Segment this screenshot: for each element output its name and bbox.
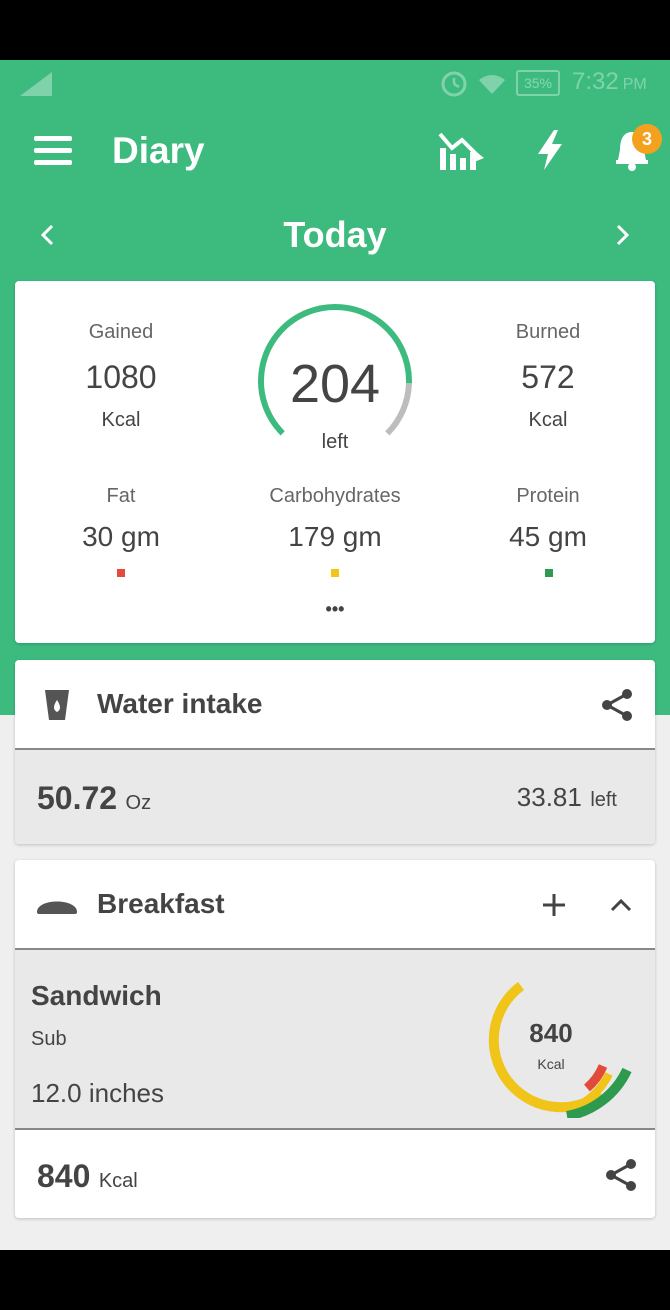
menu-icon[interactable] [34, 136, 72, 171]
breakfast-total: 840 Kcal [37, 1158, 138, 1195]
battery-label: 35% [523, 75, 553, 91]
protein-label: Protein [516, 485, 580, 507]
fat-label: Fat [106, 485, 136, 507]
breakfast-total-unit: Kcal [98, 1170, 138, 1192]
system-top-bar [0, 0, 670, 60]
water-card: Water intake 50.72 Oz 33.81 left [15, 660, 655, 844]
carbohydrates-label: Carbohydrates [269, 485, 401, 507]
next-day-icon[interactable] [612, 222, 632, 253]
food-item-sandwich[interactable]: Sandwich Sub 12.0 inches 840 Kcal [15, 948, 655, 1130]
water-amount-unit: Oz [125, 792, 152, 814]
collapse-icon[interactable] [609, 896, 633, 919]
chart-report-icon[interactable] [438, 128, 486, 177]
summary-card: Gained 1080 Kcal 204 left Burned 572 Kca… [15, 281, 655, 643]
clock: 7:32 PM [572, 68, 647, 96]
calories-left-label: left [321, 431, 349, 453]
bread-icon [35, 894, 79, 921]
calorie-gauge: 204 left [245, 291, 425, 471]
breakfast-share-icon[interactable] [605, 1158, 639, 1197]
carbohydrates-value: 179 gm [288, 521, 382, 552]
food-item-name: Sandwich [31, 980, 162, 1011]
wifi-icon [477, 72, 507, 101]
water-cup-icon [43, 688, 71, 727]
signal-icon [18, 70, 54, 103]
food-item-kcal-value: 840 [529, 1018, 573, 1048]
alarm-icon [440, 68, 468, 103]
notification-badge: 3 [632, 124, 662, 154]
lightning-icon[interactable] [534, 128, 566, 177]
carbohydrates-indicator [331, 569, 339, 577]
water-left-value: 33.81 [516, 782, 582, 812]
food-item-kcal-unit: Kcal [537, 1056, 565, 1072]
water-details: 50.72 Oz 33.81 left [15, 748, 655, 844]
fat-indicator [117, 569, 125, 577]
gained-label: Gained [88, 321, 154, 343]
water-amount-value: 50.72 [37, 780, 118, 816]
food-item-macro-ring: 840 Kcal [481, 978, 641, 1121]
breakfast-card: Breakfast Sandwich Sub 12.0 inches 840 K… [15, 860, 655, 1218]
page-title: Diary [112, 130, 205, 171]
battery-icon: 35% [516, 70, 560, 96]
add-food-icon[interactable] [541, 892, 567, 923]
water-left: 33.81 left [455, 782, 617, 813]
burned-label: Burned [515, 321, 581, 343]
breakfast-total-value: 840 [37, 1158, 91, 1194]
system-bottom-bar [0, 1250, 670, 1310]
water-share-icon[interactable] [601, 688, 635, 727]
breakfast-title: Breakfast [97, 888, 225, 919]
calories-left-value: 204 [289, 354, 381, 414]
more-button[interactable]: ••• [295, 599, 375, 620]
gained-unit: Kcal [101, 409, 141, 431]
water-title: Water intake [97, 688, 263, 719]
water-left-label: left [590, 789, 617, 811]
water-amount: 50.72 Oz [37, 780, 151, 817]
protein-value: 45 gm [509, 521, 587, 552]
food-item-variant: Sub [31, 1028, 67, 1050]
burned-unit: Kcal [528, 409, 568, 431]
fat-value: 30 gm [82, 521, 160, 552]
protein-indicator [545, 569, 553, 577]
gained-value: 1080 [85, 359, 157, 395]
date-label: Today [283, 214, 387, 255]
food-item-size: 12.0 inches [31, 1078, 164, 1108]
clock-time: 7:32 [572, 68, 619, 95]
burned-value: 572 [521, 359, 575, 395]
clock-ampm: PM [622, 76, 647, 93]
previous-day-icon[interactable] [38, 222, 58, 253]
